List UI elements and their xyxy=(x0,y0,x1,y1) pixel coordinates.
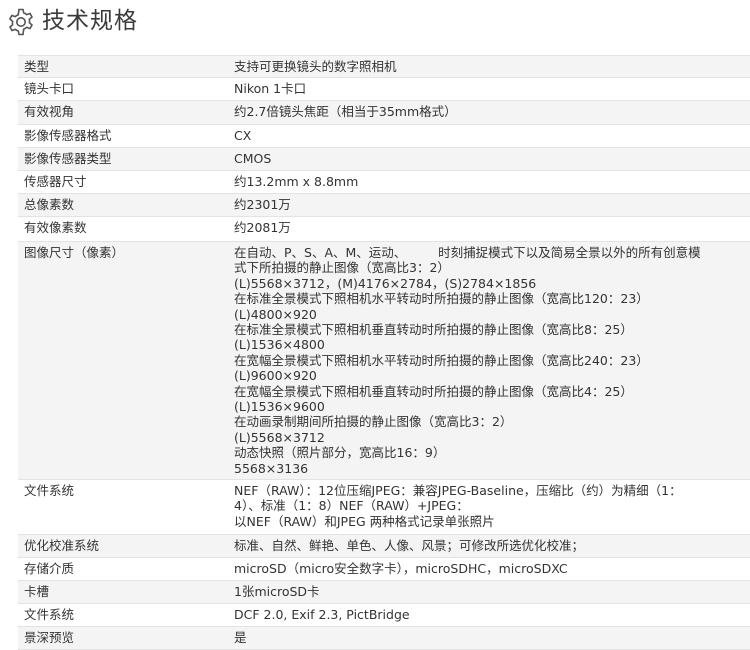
spec-label: 类型 xyxy=(24,59,50,74)
gear-icon xyxy=(8,8,34,36)
spec-value: 约2301万 xyxy=(234,197,291,212)
spec-label: 文件系统 xyxy=(24,483,75,498)
spec-value: 是 xyxy=(234,630,247,645)
spec-row: 有效像素数 约2081万 xyxy=(18,217,750,242)
spec-label: 景深预览 xyxy=(24,630,75,645)
spec-value: 约13.2mm x 8.8mm xyxy=(234,174,359,189)
spec-label: 有效视角 xyxy=(24,104,75,119)
spec-label: 总像素数 xyxy=(24,197,75,212)
spec-label: 卡槽 xyxy=(24,584,50,599)
spec-label: 优化校准系统 xyxy=(24,538,100,553)
spec-table: 类型 支持可更换镜头的数字照相机 镜头卡口 Nikon 1卡口 有效视角 约2.… xyxy=(18,55,750,650)
spec-row: 影像传感器格式 CX xyxy=(18,125,750,148)
spec-value: 约2081万 xyxy=(234,220,291,235)
spec-row: 类型 支持可更换镜头的数字照相机 xyxy=(18,55,750,78)
spec-row: 卡槽 1张microSD卡 xyxy=(18,581,750,604)
spec-row: 优化校准系统 标准、自然、鲜艳、单色、人像、风景；可修改所选优化校准； xyxy=(18,535,750,558)
spec-value: 标准、自然、鲜艳、单色、人像、风景；可修改所选优化校准； xyxy=(234,538,585,553)
spec-value: 支持可更换镜头的数字照相机 xyxy=(234,59,397,74)
spec-value: 在自动、P、S、A、M、运动、 时刻捕捉模式下以及简易全景以外的所有创意模 式下… xyxy=(234,245,701,476)
spec-row: 总像素数 约2301万 xyxy=(18,194,750,217)
spec-row: 景深预览 是 xyxy=(18,627,750,650)
spec-label: 图像尺寸（像素） xyxy=(24,245,125,260)
spec-row: 文件系统 DCF 2.0, Exif 2.3, PictBridge xyxy=(18,604,750,627)
spec-value: 约2.7倍镜头焦距（相当于35mm格式） xyxy=(234,104,457,119)
spec-value: 1张microSD卡 xyxy=(234,584,320,599)
page-header: 技术规格 xyxy=(0,0,750,46)
spec-row: 镜头卡口 Nikon 1卡口 xyxy=(18,78,750,101)
spec-label: 文件系统 xyxy=(24,607,75,622)
spec-row: 影像传感器类型 CMOS xyxy=(18,148,750,171)
spec-label: 存储介质 xyxy=(24,561,75,576)
spec-row: 图像尺寸（像素） 在自动、P、S、A、M、运动、 时刻捕捉模式下以及简易全景以外… xyxy=(18,242,750,480)
spec-label: 有效像素数 xyxy=(24,220,87,235)
spec-row: 文件系统 NEF（RAW）：12位压缩JPEG：兼容JPEG-Baseline，… xyxy=(18,480,750,535)
spec-value: microSD（micro安全数字卡），microSDHC，microSDXC xyxy=(234,561,568,576)
spec-value: DCF 2.0, Exif 2.3, PictBridge xyxy=(234,607,410,622)
spec-value: NEF（RAW）：12位压缩JPEG：兼容JPEG-Baseline，压缩比（约… xyxy=(234,483,682,529)
spec-label: 影像传感器类型 xyxy=(24,151,112,166)
spec-row: 传感器尺寸 约13.2mm x 8.8mm xyxy=(18,171,750,194)
spec-label: 镜头卡口 xyxy=(24,81,75,96)
spec-row: 有效视角 约2.7倍镜头焦距（相当于35mm格式） xyxy=(18,101,750,125)
spec-value: CX xyxy=(234,128,252,143)
spec-value: Nikon 1卡口 xyxy=(234,81,307,96)
spec-label: 影像传感器格式 xyxy=(24,128,112,143)
spec-label: 传感器尺寸 xyxy=(24,174,87,189)
page-title: 技术规格 xyxy=(42,8,138,34)
spec-row: 存储介质 microSD（micro安全数字卡），microSDHC，micro… xyxy=(18,558,750,581)
spec-value: CMOS xyxy=(234,151,272,166)
